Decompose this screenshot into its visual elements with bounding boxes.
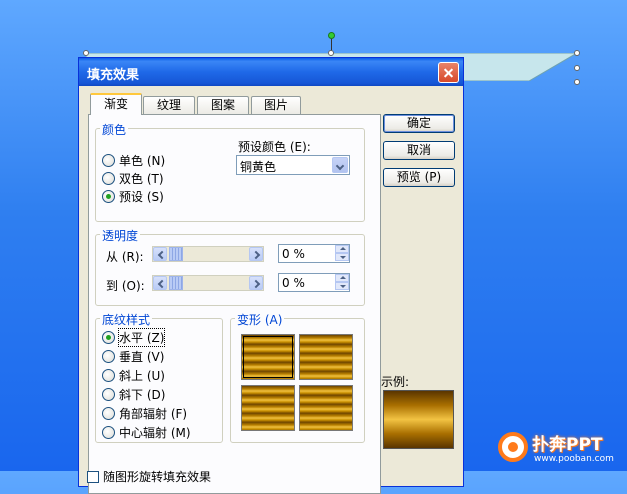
radio-label: 斜上 (U) <box>119 368 165 383</box>
radio-from-center[interactable]: 中心辐射 (M) <box>102 424 191 440</box>
radio-preset[interactable]: 预设 (S) <box>102 188 164 204</box>
preset-colors-label: 预设颜色 (E): <box>238 140 311 154</box>
variant-1[interactable] <box>241 334 295 380</box>
to-slider[interactable] <box>152 275 264 291</box>
radio-label: 斜下 (D) <box>119 387 166 402</box>
transparency-group: 透明度 从 (R): 0 % 到 (O): 0 % <box>95 227 365 306</box>
sample-preview <box>383 390 454 449</box>
scroll-right-icon[interactable] <box>249 247 263 261</box>
sample-label: 示例: <box>381 375 410 389</box>
logo-icon <box>498 432 528 462</box>
scroll-left-icon[interactable] <box>153 247 167 261</box>
watermark-name: 扑奔PPT <box>532 435 603 455</box>
radio-horizontal[interactable]: 水平 (Z) <box>102 327 166 347</box>
to-label: 到 (O): <box>106 279 145 293</box>
variants-group: 变形 (A) <box>230 311 365 443</box>
radio-circle[interactable] <box>102 153 115 167</box>
radio-circle[interactable] <box>102 387 115 401</box>
resize-handle-bottom-right[interactable] <box>574 79 580 85</box>
from-spin-buttons <box>335 245 349 262</box>
radio-circle[interactable] <box>102 406 115 420</box>
radio-label: 角部辐射 (F) <box>119 406 188 421</box>
radio-circle[interactable] <box>102 368 115 382</box>
watermark-url: www.pooban.com <box>534 454 614 464</box>
resize-handle-top-middle[interactable] <box>328 50 334 56</box>
colors-group: 颜色 单色 (N) 双色 (T) 预设 (S) 预设颜色 (E): 铜黄色 <box>95 121 365 222</box>
to-spin-buttons <box>335 274 349 291</box>
to-value[interactable]: 0 % <box>282 276 305 290</box>
radio-circle[interactable] <box>102 330 115 344</box>
radio-label: 中心辐射 (M) <box>119 425 191 440</box>
radio-label: 预设 (S) <box>119 189 164 204</box>
radio-circle[interactable] <box>102 349 115 363</box>
radio-circle[interactable] <box>102 189 115 203</box>
tab-picture[interactable]: 图片 <box>251 96 301 114</box>
variant-2[interactable] <box>299 334 353 380</box>
resize-handle-top-left[interactable] <box>83 50 89 56</box>
tab-pattern[interactable]: 图案 <box>197 96 249 114</box>
radio-two-colors[interactable]: 双色 (T) <box>102 170 164 186</box>
spin-up-icon[interactable] <box>335 245 349 253</box>
radio-one-color[interactable]: 单色 (N) <box>102 152 165 168</box>
from-slider-thumb[interactable] <box>169 247 183 261</box>
to-slider-thumb[interactable] <box>169 276 183 290</box>
from-spinner[interactable]: 0 % <box>278 244 350 263</box>
radio-from-corner[interactable]: 角部辐射 (F) <box>102 405 187 421</box>
variant-4[interactable] <box>299 385 353 431</box>
dialog-titlebar[interactable]: 填充效果 <box>79 58 463 86</box>
radio-label: 单色 (N) <box>119 153 166 168</box>
shading-styles-group: 底纹样式 水平 (Z) 垂直 (V) 斜上 (U) 斜下 (D) 角部辐射 (F… <box>95 311 223 443</box>
rotation-handle[interactable] <box>328 32 335 39</box>
gradient-tab-panel: 颜色 单色 (N) 双色 (T) 预设 (S) 预设颜色 (E): 铜黄色 透明… <box>88 114 381 494</box>
radio-diagonal-down[interactable]: 斜下 (D) <box>102 386 165 402</box>
radio-label: 水平 (Z) <box>117 327 166 347</box>
spin-down-icon[interactable] <box>335 282 349 290</box>
preview-button[interactable]: 预览 (P) <box>383 168 455 187</box>
checkbox-box[interactable] <box>87 470 99 483</box>
radio-diagonal-up[interactable]: 斜上 (U) <box>102 367 165 383</box>
from-value[interactable]: 0 % <box>282 247 305 261</box>
watermark: 扑奔PPT www.pooban.com <box>498 430 626 470</box>
preset-colors-dropdown[interactable]: 铜黄色 <box>236 155 350 175</box>
resize-handle-top-right[interactable] <box>574 50 580 56</box>
scroll-right-icon[interactable] <box>249 276 263 290</box>
preset-colors-value: 铜黄色 <box>240 160 277 174</box>
to-spinner[interactable]: 0 % <box>278 273 350 292</box>
ok-button[interactable]: 确定 <box>383 114 455 133</box>
chevron-down-icon[interactable] <box>332 157 348 173</box>
cancel-button[interactable]: 取消 <box>383 141 455 160</box>
radio-circle[interactable] <box>102 425 115 439</box>
fill-effects-dialog: 填充效果 渐变 纹理 图案 图片 颜色 单色 (N) 双色 (T) 预设 (S)… <box>78 57 464 494</box>
radio-circle[interactable] <box>102 171 115 185</box>
tab-gradient[interactable]: 渐变 <box>90 93 142 115</box>
colors-group-label: 颜色 <box>100 121 129 138</box>
close-button[interactable] <box>438 62 459 83</box>
spin-down-icon[interactable] <box>335 253 349 261</box>
radio-label: 双色 (T) <box>119 171 164 186</box>
tab-texture[interactable]: 纹理 <box>143 96 195 114</box>
variants-label: 变形 (A) <box>235 311 285 328</box>
from-label: 从 (R): <box>106 250 144 264</box>
radio-label: 垂直 (V) <box>119 349 165 364</box>
resize-handle-right-middle[interactable] <box>574 65 580 71</box>
radio-vertical[interactable]: 垂直 (V) <box>102 348 164 364</box>
shading-styles-label: 底纹样式 <box>100 311 153 328</box>
scroll-left-icon[interactable] <box>153 276 167 290</box>
spin-up-icon[interactable] <box>335 274 349 282</box>
variant-3[interactable] <box>241 385 295 431</box>
dialog-title: 填充效果 <box>87 68 140 83</box>
transparency-group-label: 透明度 <box>100 227 141 244</box>
from-slider[interactable] <box>152 246 264 262</box>
